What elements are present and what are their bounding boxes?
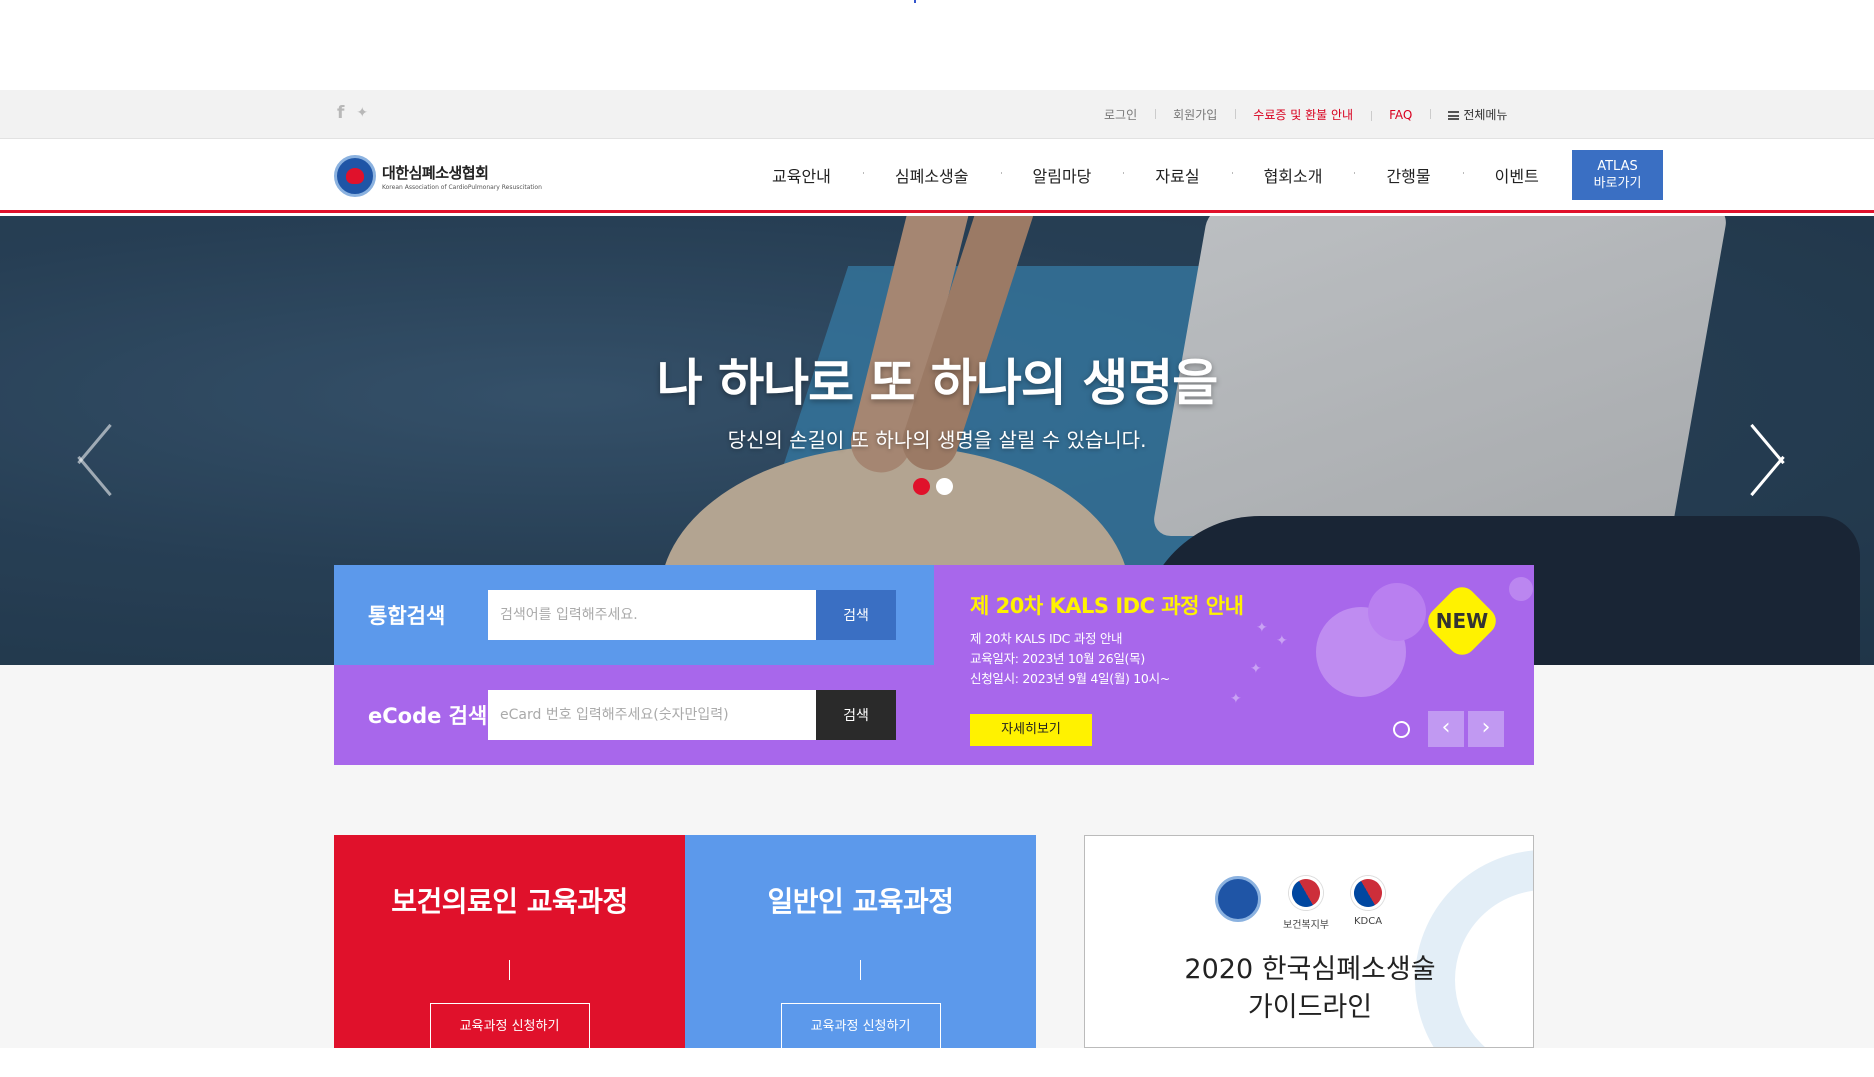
new-badge: NEW	[1422, 581, 1502, 661]
logo-name-ko: 대한심폐소생협회	[382, 163, 489, 182]
general-course-box: 일반인 교육과정 교육과정 신청하기	[685, 835, 1036, 1077]
hero-title: 나 하나로 또 하나의 생명을	[656, 354, 1219, 412]
healthcare-course-box: 보건의료인 교육과정 교육과정 신청하기	[334, 835, 685, 1077]
hero-prev-arrow-icon[interactable]	[75, 416, 115, 496]
decor-circle	[1509, 577, 1533, 601]
main-nav: 교육안내 심폐소생술 알림마당 자료실 협회소개 간행물 이벤트	[740, 140, 1571, 210]
atlas-label: ATLAS	[1597, 159, 1638, 174]
sns-links: f ✦	[337, 103, 368, 123]
hamburger-icon	[1448, 111, 1460, 120]
signup-link[interactable]: 회원가입	[1155, 106, 1235, 123]
kdca-logo: KDCA	[1344, 869, 1392, 931]
sparkle-icon: ✦	[1250, 661, 1262, 677]
integrated-search-input[interactable]	[488, 590, 816, 640]
hero-dot-2[interactable]	[936, 478, 953, 495]
sparkle-icon: ✦	[1256, 620, 1268, 636]
course-apply-button[interactable]: 교육과정 신청하기	[780, 1003, 941, 1051]
guideline-title-line2: 가이드라인	[1247, 992, 1373, 1023]
notice-line: 교육일자: 2023년 10월 26일(목)	[970, 651, 1145, 666]
hero-pagination	[913, 478, 953, 495]
decor-circle	[1368, 583, 1426, 641]
nav-notice[interactable]: 알림마당	[1000, 163, 1124, 187]
twitter-icon[interactable]: ✦	[356, 103, 368, 123]
hero-next-arrow-icon[interactable]	[1748, 416, 1788, 496]
sparkle-icon: ✦	[1276, 633, 1288, 649]
logo-name-en: Korean Association of CardioPulmonary Re…	[382, 183, 542, 191]
sparkle-icon: ✦	[1230, 691, 1242, 707]
kacpr-logo-icon	[334, 155, 376, 197]
hero-subtitle: 당신의 손길이 또 하나의 생명을 살릴 수 있습니다.	[727, 428, 1147, 452]
all-menu-button[interactable]: 전체메뉴	[1430, 106, 1525, 123]
site-header: 대한심폐소생협회 Korean Association of CardioPul…	[0, 140, 1874, 213]
notice-line: 제 20차 KALS IDC 과정 안내	[970, 631, 1123, 646]
notice-banner: ✦ ✦ ✦ ✦ 제 20차 KALS IDC 과정 안내 제 20차 KALS …	[934, 565, 1534, 765]
ecode-search-row: eCode 검색 검색	[334, 665, 934, 765]
course-title: 일반인 교육과정	[767, 885, 954, 918]
stray-dot	[914, 0, 916, 3]
top-blank-area	[0, 0, 1874, 90]
taeguk-emblem-icon	[1282, 869, 1330, 917]
ecode-search-input[interactable]	[488, 690, 816, 740]
course-divider	[509, 960, 510, 980]
hero-dot-1[interactable]	[913, 478, 930, 495]
nav-resources[interactable]: 자료실	[1123, 163, 1231, 187]
notice-more-button[interactable]: 자세히보기	[970, 714, 1092, 746]
login-link[interactable]: 로그인	[1086, 106, 1155, 123]
course-secondary-button[interactable]	[429, 1057, 590, 1077]
notice-next-button[interactable]: ›	[1468, 711, 1504, 747]
nav-about[interactable]: 협회소개	[1231, 163, 1355, 187]
new-badge-label: NEW	[1435, 609, 1489, 633]
course-divider	[860, 960, 861, 980]
site-logo[interactable]: 대한심폐소생협회 Korean Association of CardioPul…	[334, 155, 542, 197]
mohw-logo: 보건복지부	[1282, 869, 1330, 931]
integrated-search-label: 통합검색	[368, 604, 446, 628]
atlas-shortcut-button[interactable]: ATLAS 바로가기	[1572, 150, 1663, 200]
nav-events[interactable]: 이벤트	[1462, 163, 1571, 187]
search-panel: 통합검색 검색 eCode 검색 검색	[334, 565, 934, 765]
certificate-refund-link[interactable]: 수료증 및 환불 안내	[1235, 106, 1371, 123]
mohw-label: 보건복지부	[1283, 920, 1329, 931]
nav-publications[interactable]: 간행물	[1354, 163, 1462, 187]
notice-title[interactable]: 제 20차 KALS IDC 과정 안내	[970, 590, 1244, 620]
guideline-title-line1: 2020 한국심폐소생술	[1184, 954, 1436, 985]
guideline-title: 2020 한국심폐소생술 가이드라인	[1085, 951, 1533, 1027]
faq-link[interactable]: FAQ	[1371, 108, 1430, 122]
ecode-search-button[interactable]: 검색	[816, 690, 896, 740]
kdca-label: KDCA	[1353, 916, 1383, 927]
kacpr-logo	[1215, 876, 1261, 931]
atlas-sublabel: 바로가기	[1593, 176, 1642, 191]
utility-bar: f ✦ 로그인 회원가입 수료증 및 환불 안내 FAQ 전체메뉴	[0, 90, 1874, 139]
partner-logos: 보건복지부 KDCA	[1215, 869, 1392, 931]
course-apply-button[interactable]: 교육과정 신청하기	[429, 1003, 590, 1051]
kacpr-emblem-icon	[1215, 876, 1261, 922]
logo-text: 대한심폐소생협회 Korean Association of CardioPul…	[382, 162, 542, 191]
utility-links: 로그인 회원가입 수료증 및 환불 안내 FAQ 전체메뉴	[1086, 90, 1525, 139]
integrated-search-button[interactable]: 검색	[816, 590, 896, 640]
ecode-search-label: eCode 검색	[368, 704, 488, 728]
guideline-banner[interactable]: 보건복지부 KDCA 2020 한국심폐소생술 가이드라인	[1084, 835, 1534, 1048]
course-title: 보건의료인 교육과정	[391, 885, 628, 918]
all-menu-label: 전체메뉴	[1463, 108, 1508, 122]
notice-prev-button[interactable]: ‹	[1428, 711, 1464, 747]
course-secondary-button[interactable]	[780, 1057, 941, 1077]
notice-pager-dot[interactable]	[1393, 721, 1410, 738]
nav-cpr[interactable]: 심폐소생술	[862, 163, 1001, 187]
integrated-search-row: 통합검색 검색	[334, 565, 934, 665]
notice-line: 신청일시: 2023년 9월 4일(월) 10시~	[970, 671, 1170, 686]
nav-education[interactable]: 교육안내	[740, 163, 863, 187]
facebook-icon[interactable]: f	[337, 103, 344, 123]
taeguk-emblem-icon	[1344, 869, 1392, 917]
